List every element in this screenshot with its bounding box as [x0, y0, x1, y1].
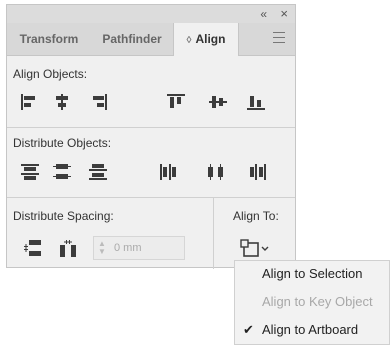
align-to-dropdown-button[interactable]	[237, 235, 273, 261]
align-objects-label: Align Objects:	[13, 67, 88, 81]
distribute-spacing-label: Distribute Spacing:	[13, 209, 114, 223]
tab-transform[interactable]: Transform	[7, 23, 91, 55]
menu-item-label: Align to Artboard	[262, 322, 359, 337]
horizontal-align-left-icon[interactable]	[19, 91, 41, 113]
tab-label: Align	[195, 32, 226, 46]
stepper-arrows-icon[interactable]: ▲ ▼	[98, 240, 108, 256]
close-panel-icon[interactable]: ×	[280, 6, 288, 21]
vertical-distribute-bottom-icon[interactable]	[87, 161, 109, 183]
align-to-artboard-icon	[240, 239, 269, 257]
tab-label: Pathfinder	[102, 32, 162, 46]
panel-menu-icon[interactable]	[273, 32, 285, 47]
panel-tabs: Transform Pathfinder ◊ Align	[7, 23, 295, 56]
tab-align[interactable]: ◊ Align	[173, 23, 239, 56]
vertical-align-bottom-icon[interactable]	[245, 91, 267, 113]
spacing-value: 0 mm	[114, 242, 142, 254]
vertical-distribute-top-icon[interactable]	[19, 161, 41, 183]
align-to-label: Align To:	[233, 209, 279, 223]
tab-pathfinder[interactable]: Pathfinder	[91, 23, 173, 55]
menu-item-label: Align to Selection	[262, 266, 363, 281]
horizontal-distribute-space-icon[interactable]	[57, 237, 79, 259]
vertical-distribute-center-icon[interactable]	[51, 161, 73, 183]
vertical-align-top-icon[interactable]	[165, 91, 187, 113]
align-to-menu: Align to Selection Align to Key Object ✔…	[234, 260, 390, 345]
horizontal-distribute-center-icon[interactable]	[205, 161, 227, 183]
vertical-align-center-icon[interactable]	[207, 91, 229, 113]
section-divider	[7, 127, 295, 128]
tab-label: Transform	[19, 32, 79, 46]
section-divider	[7, 197, 295, 198]
section-divider-vertical	[213, 197, 214, 269]
menu-item-align-to-artboard[interactable]: ✔ Align to Artboard	[235, 318, 389, 342]
tab-options-icon: ◊	[186, 35, 192, 46]
vertical-distribute-space-icon[interactable]	[21, 237, 43, 259]
horizontal-align-right-icon[interactable]	[87, 91, 109, 113]
align-panel: « × Transform Pathfinder ◊ Align Align Ob…	[6, 4, 296, 269]
horizontal-align-center-icon[interactable]	[51, 91, 73, 113]
horizontal-distribute-left-icon[interactable]	[157, 161, 179, 183]
menu-item-align-to-key-object: Align to Key Object	[235, 290, 389, 314]
collapse-panel-icon[interactable]: «	[260, 7, 267, 21]
distribute-objects-label: Distribute Objects:	[13, 136, 112, 150]
menu-item-label: Align to Key Object	[262, 294, 373, 309]
checkmark-icon: ✔	[243, 322, 254, 337]
menu-item-align-to-selection[interactable]: Align to Selection	[235, 262, 389, 286]
panel-title-bar[interactable]: « ×	[7, 5, 295, 23]
horizontal-distribute-right-icon[interactable]	[247, 161, 269, 183]
spacing-value-field[interactable]: ▲ ▼ 0 mm	[93, 236, 185, 260]
